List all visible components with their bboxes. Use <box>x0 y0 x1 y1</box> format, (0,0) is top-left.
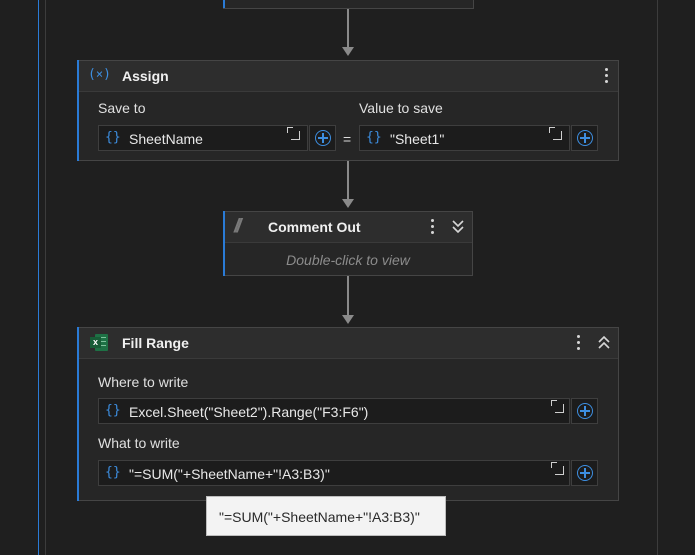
what-to-write-field[interactable]: {} "=SUM("+SheetName+"!A3:B3)" <box>98 460 570 486</box>
flow-connector <box>347 9 349 47</box>
variable-x-icon: (×) <box>88 67 111 82</box>
value-to-save-value: "Sheet1" <box>390 131 445 147</box>
what-to-write-value: "=SUM("+SheetName+"!A3:B3)" <box>129 466 330 482</box>
flow-arrow <box>342 315 354 324</box>
comment-slashes-icon: // <box>234 216 241 237</box>
expand-editor-icon[interactable] <box>549 127 562 140</box>
value-add-button[interactable] <box>571 125 598 151</box>
card-accent <box>77 60 79 161</box>
equals-sign: = <box>343 131 352 147</box>
save-to-add-button[interactable] <box>309 125 336 151</box>
where-to-write-label: Where to write <box>98 374 189 390</box>
what-add-button[interactable] <box>571 460 598 486</box>
expand-editor-icon[interactable] <box>551 462 564 475</box>
plus-circle-icon <box>577 403 593 419</box>
comment-out-title: Comment Out <box>268 219 361 235</box>
where-to-write-value: Excel.Sheet("Sheet2").Range("F3:F6") <box>129 404 369 420</box>
previous-activity-card[interactable] <box>223 0 474 9</box>
more-options-icon[interactable] <box>431 219 435 237</box>
left-guide-line <box>45 0 46 555</box>
value-to-save-field[interactable]: {} "Sheet1" <box>359 125 570 151</box>
right-guide-line <box>657 0 658 555</box>
excel-icon: x <box>90 334 108 351</box>
expression-brace-icon: {} <box>105 130 121 145</box>
card-accent <box>77 327 79 501</box>
where-add-button[interactable] <box>571 398 598 424</box>
card-accent <box>223 0 225 8</box>
comment-out-activity[interactable]: // Comment Out Double-click to view <box>223 211 473 276</box>
value-to-save-label: Value to save <box>359 100 443 116</box>
save-to-value: SheetName <box>129 131 203 147</box>
plus-circle-icon <box>577 465 593 481</box>
expression-brace-icon: {} <box>366 130 382 145</box>
value-tooltip: "=SUM("+SheetName+"!A3:B3)" <box>206 496 446 536</box>
save-to-label: Save to <box>98 100 146 116</box>
plus-circle-icon <box>577 130 593 146</box>
expand-editor-icon[interactable] <box>551 400 564 413</box>
expression-brace-icon: {} <box>105 403 121 418</box>
where-to-write-field[interactable]: {} Excel.Sheet("Sheet2").Range("F3:F6") <box>98 398 570 424</box>
fill-range-activity[interactable]: x Fill Range Where to write {} Excel.She… <box>77 327 619 501</box>
flow-arrow <box>342 199 354 208</box>
what-to-write-label: What to write <box>98 435 180 451</box>
expand-chevrons-icon[interactable] <box>452 220 464 234</box>
flow-connector <box>347 276 349 315</box>
left-accent-line <box>38 0 39 555</box>
flow-arrow <box>342 47 354 56</box>
expression-brace-icon: {} <box>105 465 121 480</box>
more-options-icon[interactable] <box>577 335 581 353</box>
expand-editor-icon[interactable] <box>287 127 300 140</box>
save-to-field[interactable]: {} SheetName <box>98 125 308 151</box>
more-options-icon[interactable] <box>605 68 609 86</box>
assign-title: Assign <box>122 68 169 84</box>
tooltip-text: "=SUM("+SheetName+"!A3:B3)" <box>219 509 420 525</box>
double-click-hint: Double-click to view <box>286 252 410 268</box>
fill-range-title: Fill Range <box>122 335 189 351</box>
flow-connector <box>347 161 349 199</box>
assign-activity[interactable]: (×) Assign Save to {} SheetName = Value … <box>77 60 619 161</box>
plus-circle-icon <box>315 130 331 146</box>
collapse-chevrons-icon[interactable] <box>598 336 610 350</box>
